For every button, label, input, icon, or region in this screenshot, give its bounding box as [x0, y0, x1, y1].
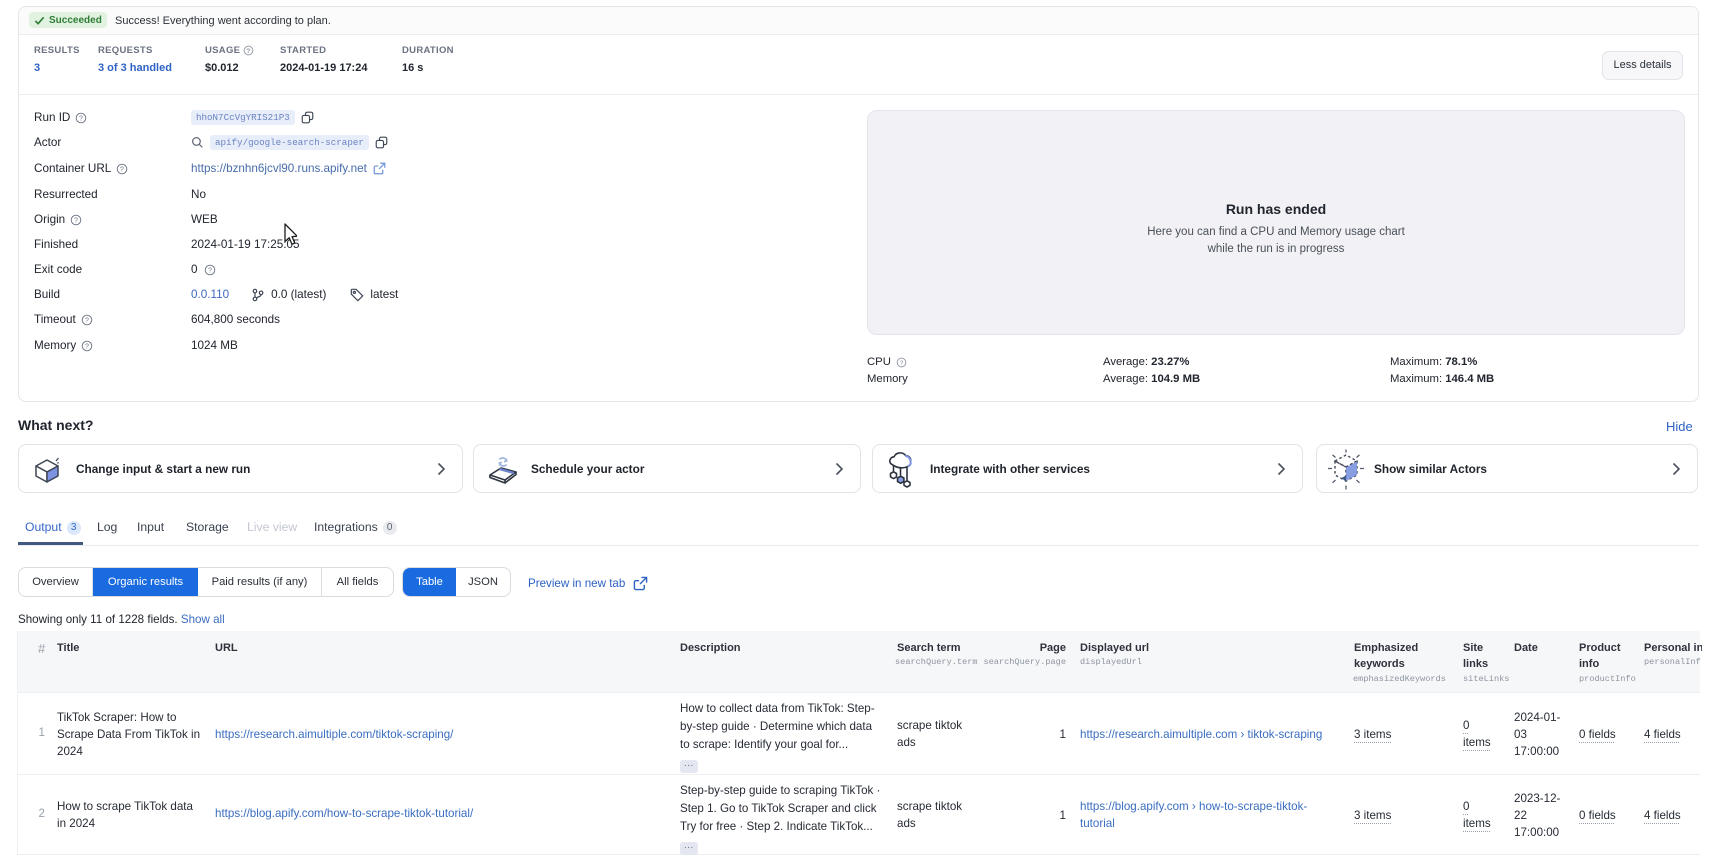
svg-text:?: ?: [208, 267, 212, 274]
svg-text:?: ?: [85, 343, 89, 350]
svg-text:?: ?: [900, 359, 904, 366]
svg-text:?: ?: [74, 217, 78, 224]
svg-text:?: ?: [247, 48, 251, 55]
svg-text:?: ?: [120, 166, 124, 173]
svg-text:?: ?: [85, 317, 89, 324]
svg-text:?: ?: [79, 115, 83, 122]
